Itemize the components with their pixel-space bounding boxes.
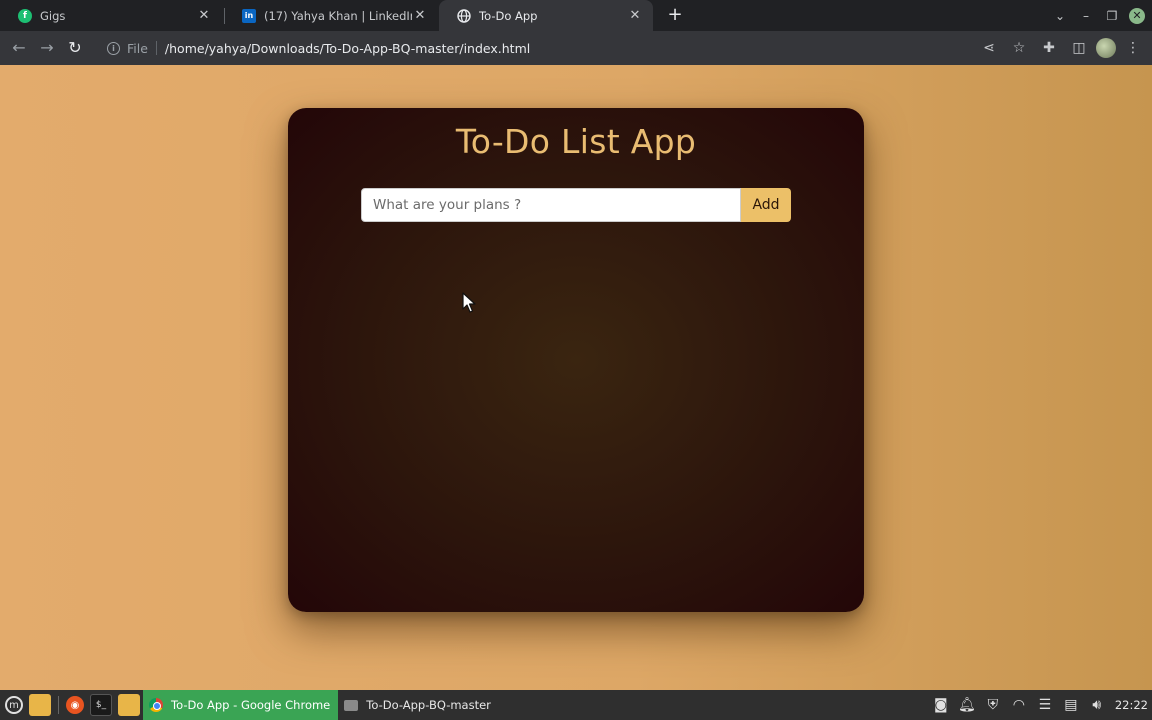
taskbar-window-title: To-Do-App-BQ-master: [366, 698, 491, 712]
url-divider: [155, 41, 157, 55]
tab-title: To-Do App: [479, 8, 538, 23]
profile-avatar[interactable]: [1096, 38, 1116, 58]
volume-icon[interactable]: 🔊︎: [1087, 697, 1107, 713]
taskbar: m ◉ $_ To-Do App - Google Chrome To-Do-A…: [0, 690, 1152, 720]
tab-todo-app[interactable]: To-Do App ✕: [439, 0, 653, 31]
fiverr-icon: f: [18, 8, 32, 23]
forward-icon[interactable]: →: [33, 34, 61, 62]
taskbar-window-folder[interactable]: To-Do-App-BQ-master: [338, 690, 499, 720]
add-button[interactable]: Add: [741, 188, 791, 222]
restore-icon[interactable]: ❐: [1099, 9, 1125, 23]
todo-input[interactable]: [361, 188, 741, 222]
app-title: To-Do List App: [455, 122, 697, 161]
wifi-icon[interactable]: ◠: [1009, 697, 1029, 713]
screenshot-icon[interactable]: ◙: [931, 697, 951, 713]
clock[interactable]: 22:22: [1115, 698, 1148, 712]
new-tab-button[interactable]: +: [664, 4, 686, 26]
linkedin-icon: in: [242, 8, 256, 23]
page-viewport: To-Do List App Add: [0, 65, 1152, 690]
clipboard-icon[interactable]: ▤: [1061, 697, 1081, 713]
info-icon[interactable]: i: [107, 41, 120, 55]
globe-icon: [457, 8, 471, 23]
side-panel-icon[interactable]: ◫: [1066, 34, 1092, 62]
taskbar-divider: [58, 696, 59, 714]
tab-strip: f Gigs ✕ in (17) Yahya Khan | LinkedIn ✕…: [0, 0, 1152, 31]
tab-title: Gigs: [40, 8, 66, 23]
tab-search-icon[interactable]: ⌄: [1047, 9, 1073, 23]
url-text[interactable]: /home/yahya/Downloads/To-Do-App-BQ-maste…: [165, 41, 530, 56]
back-icon[interactable]: ←: [5, 34, 33, 62]
taskbar-window-title: To-Do App - Google Chrome: [171, 698, 331, 712]
files-icon[interactable]: [118, 694, 140, 716]
shield-icon[interactable]: ⛨: [983, 697, 1003, 713]
toolbar-actions: ⋖ ☆ ✚ ◫ ⋮: [976, 31, 1146, 65]
notifications-icon[interactable]: 🔔︎: [957, 697, 977, 713]
close-icon[interactable]: ✕: [627, 8, 643, 23]
system-tray: ◙ 🔔︎ ⛨ ◠ ☰ ▤ 🔊︎ 22:22: [931, 690, 1152, 720]
tab-title: (17) Yahya Khan | LinkedIn: [264, 8, 412, 23]
minimize-icon[interactable]: –: [1073, 9, 1099, 23]
browser-toolbar: ← → ↻ i File /home/yahya/Downloads/To-Do…: [0, 31, 1152, 65]
chrome-icon: [149, 698, 163, 712]
reload-icon[interactable]: ↻: [61, 34, 89, 62]
folder-icon: [344, 699, 359, 711]
close-window-icon[interactable]: ✕: [1129, 7, 1145, 24]
star-icon[interactable]: ☆: [1006, 34, 1032, 62]
window-controls: ⌄ – ❐ ✕: [1047, 0, 1152, 31]
close-icon[interactable]: ✕: [412, 8, 428, 23]
software-manager-icon[interactable]: ◉: [66, 696, 84, 714]
show-desktop-icon[interactable]: [29, 694, 51, 716]
todo-card: To-Do List App Add: [288, 108, 864, 612]
tab-linkedin[interactable]: in (17) Yahya Khan | LinkedIn ✕: [224, 0, 438, 31]
terminal-icon[interactable]: $_: [90, 694, 112, 716]
menu-icon[interactable]: ⋮: [1120, 34, 1146, 62]
start-menu-icon[interactable]: m: [5, 696, 23, 714]
mouse-cursor-icon: [462, 292, 476, 313]
url-scheme-label: File: [127, 40, 148, 56]
share-icon[interactable]: ⋖: [976, 34, 1002, 62]
extensions-icon[interactable]: ✚: [1036, 34, 1062, 62]
notes-icon[interactable]: ☰: [1035, 697, 1055, 713]
tab-gigs[interactable]: f Gigs ✕: [0, 0, 222, 31]
address-bar[interactable]: i File /home/yahya/Downloads/To-Do-App-B…: [100, 31, 952, 65]
taskbar-window-chrome[interactable]: To-Do App - Google Chrome: [143, 690, 339, 720]
close-icon[interactable]: ✕: [196, 8, 212, 23]
